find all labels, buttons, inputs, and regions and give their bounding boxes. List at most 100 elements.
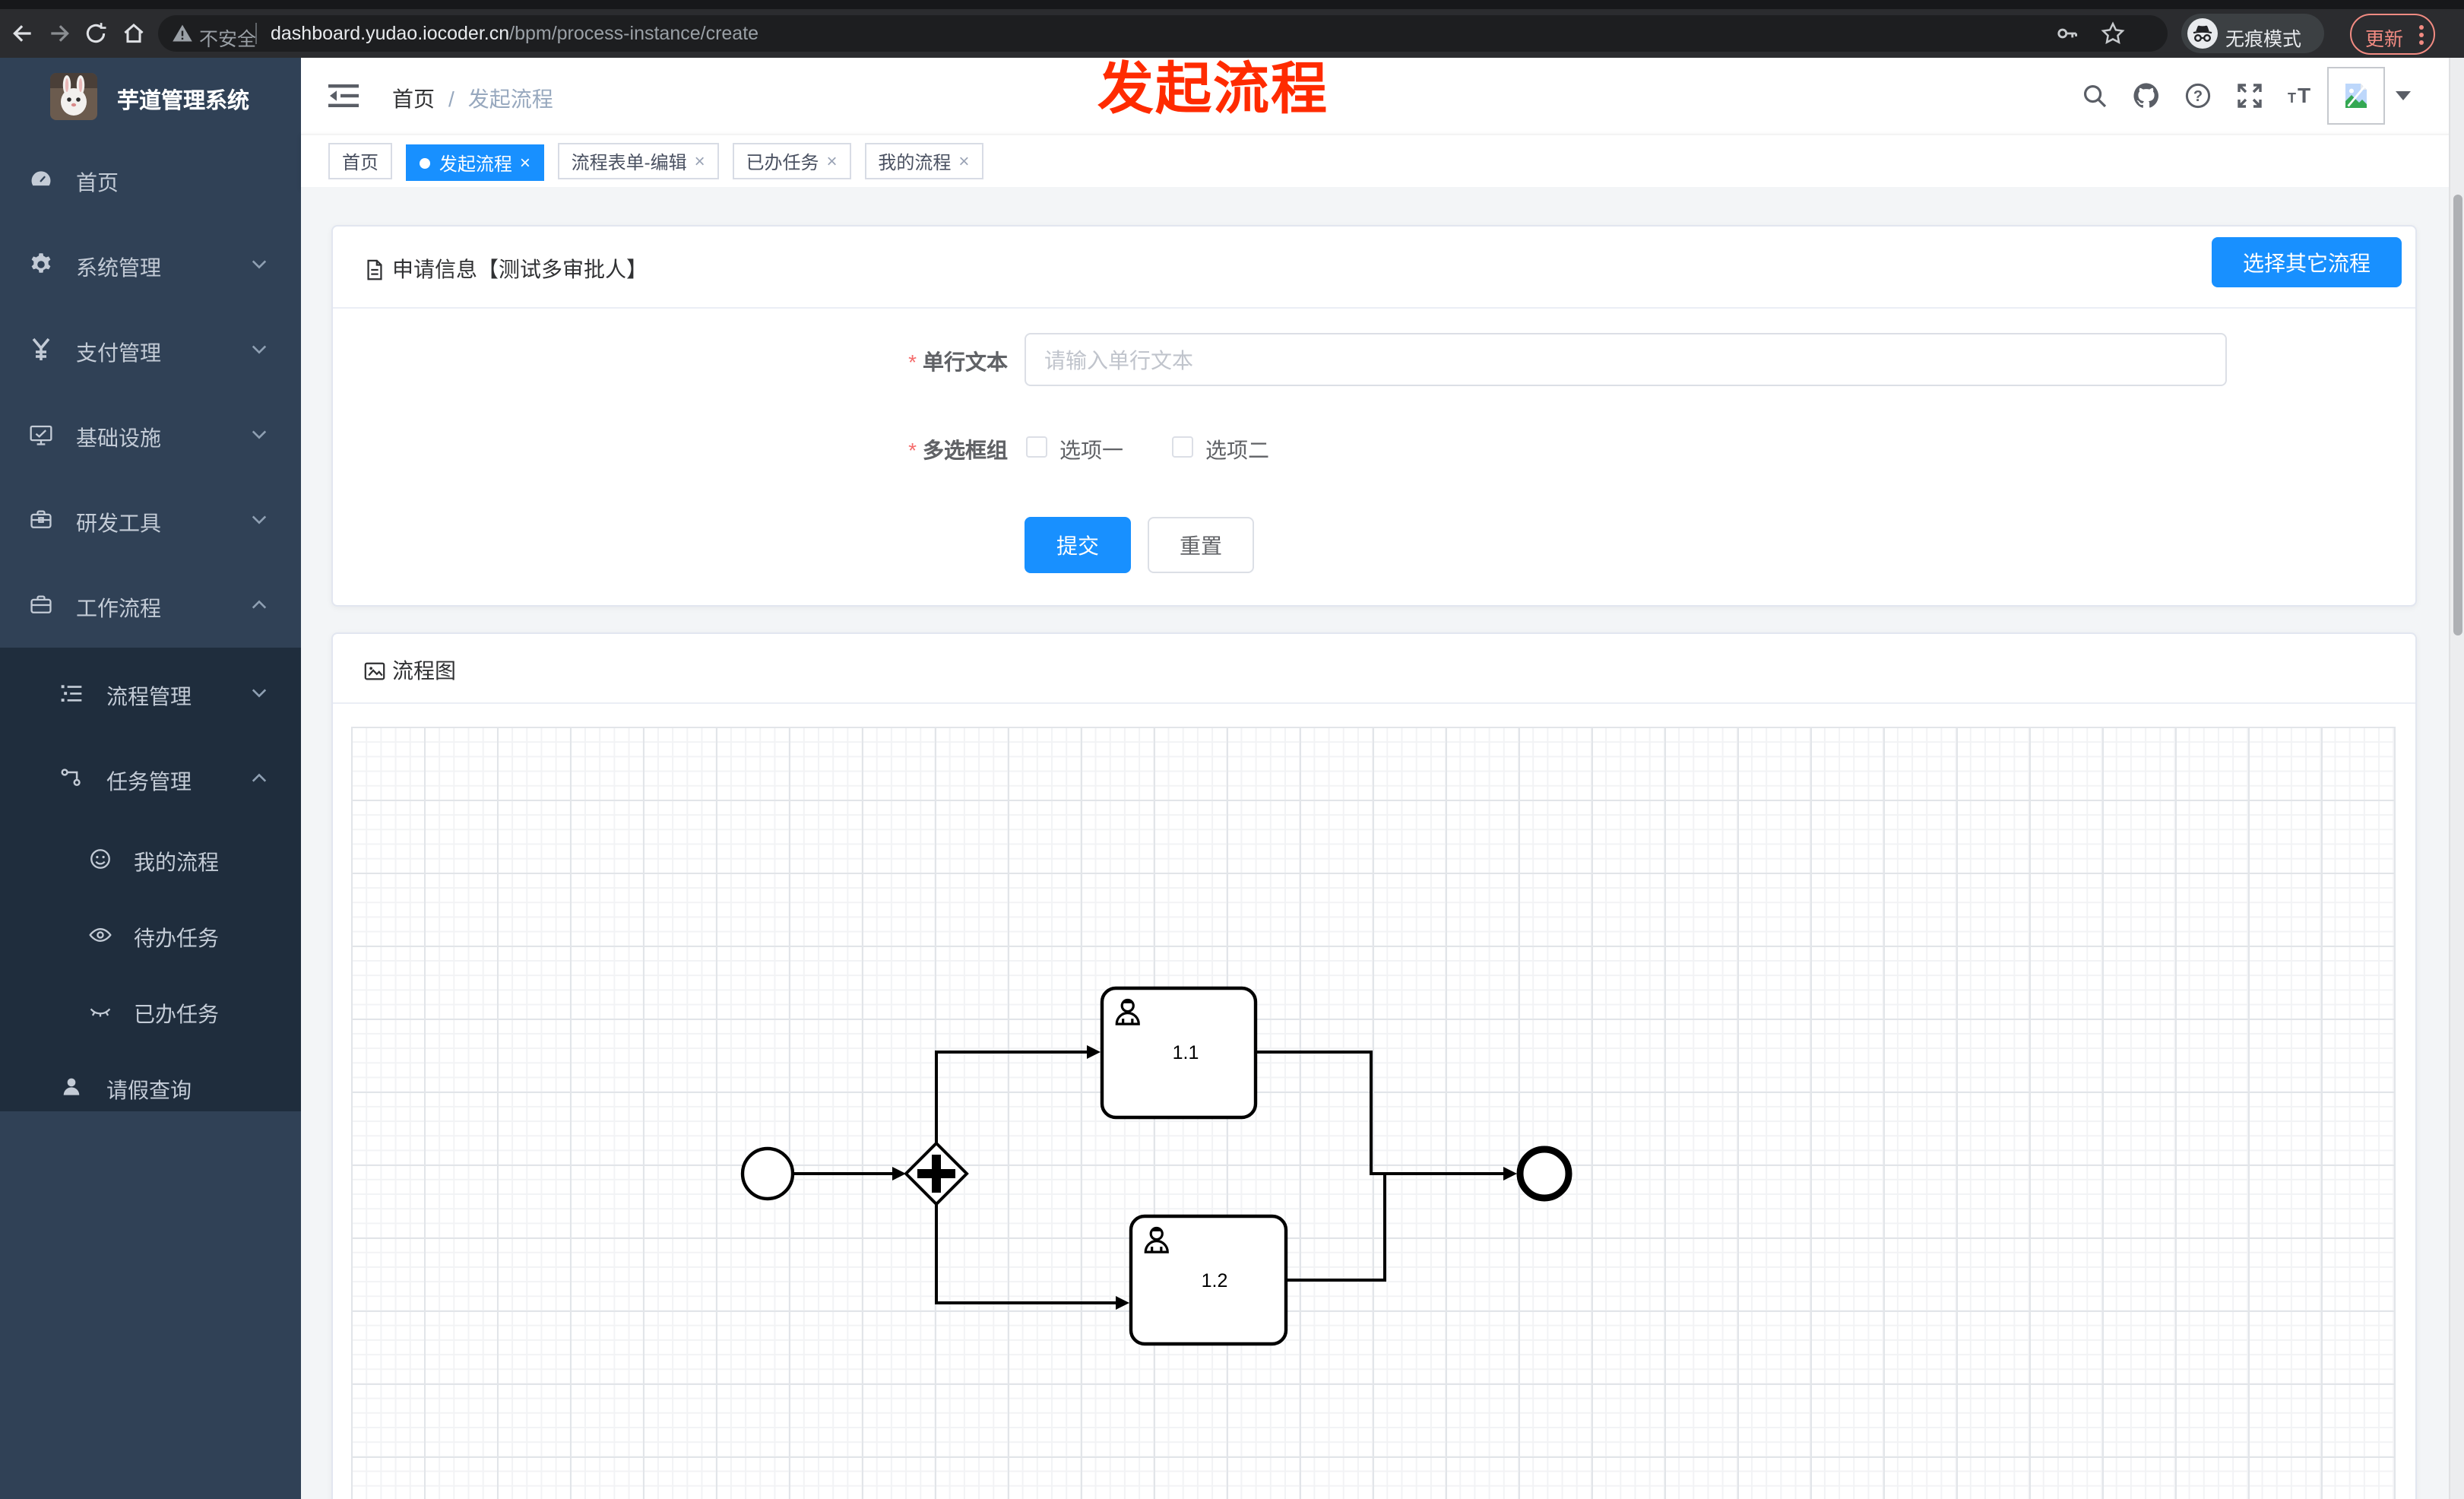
update-label[interactable]: 更新 [2365, 23, 2403, 52]
tag-tab-form-edit[interactable]: 流程表单-编辑 × [557, 143, 719, 179]
user-icon [63, 1078, 80, 1095]
sidebar-item-label: 任务管理 [106, 769, 192, 794]
breadcrumb-home[interactable]: 首页 [392, 87, 435, 111]
security-label[interactable]: 不安全 [199, 23, 256, 52]
flow-gateway-to-task2 [935, 1203, 1116, 1304]
browser-update-button[interactable]: 更新 [2350, 14, 2435, 55]
sidebar-item-process-mgmt[interactable]: 流程管理 [0, 651, 301, 736]
bpmn-canvas[interactable]: 1.1 1.2 [351, 727, 2396, 1499]
bookmark-star-icon[interactable] [2101, 21, 2125, 46]
tree-list-icon [61, 685, 82, 702]
toolbox-icon [30, 510, 52, 528]
reset-button[interactable]: 重置 [1148, 517, 1254, 573]
apply-card-title-row: 申请信息【测试多审批人】 [363, 254, 648, 284]
url-text[interactable]: dashboard.yudao.iocoder.cn/bpm/process-i… [271, 23, 759, 44]
chevron-down-icon [252, 260, 267, 269]
sidebar-item-label: 流程管理 [106, 684, 192, 708]
help-icon[interactable]: ? [2184, 82, 2212, 109]
sidebar-item-workflow[interactable]: 工作流程 [0, 563, 301, 648]
chevron-down-icon [252, 430, 267, 439]
close-icon[interactable]: × [958, 151, 969, 172]
page-scrollbar[interactable] [2449, 58, 2464, 1499]
sidebar-item-label: 工作流程 [76, 596, 161, 620]
logo-avatar [50, 73, 97, 120]
choose-other-process-button[interactable]: 选择其它流程 [2212, 237, 2402, 287]
sidebar-item-infrastructure[interactable]: 基础设施 [0, 392, 301, 477]
sidebar: 芋道管理系统 首页 系统管理 支付管理 基础设施 研发工具 工作流程 流程管理 … [0, 58, 301, 1499]
checkbox-option-1[interactable] [1026, 436, 1047, 458]
search-icon[interactable] [2081, 82, 2108, 109]
sidebar-item-label: 支付管理 [76, 341, 161, 365]
sidebar-item-payment[interactable]: 支付管理 [0, 307, 301, 392]
sidebar-item-label: 基础设施 [76, 426, 161, 450]
bpmn-diagram: 1.1 1.2 [740, 986, 1572, 1346]
back-icon[interactable] [11, 21, 35, 46]
sidebar-item-label: 请假查询 [106, 1078, 192, 1102]
breadcrumb-separator: / [448, 87, 454, 111]
sidebar-item-my-process[interactable]: 我的流程 [0, 821, 301, 897]
screenshot-stage: 不安全 dashboard.yudao.iocoder.cn/bpm/proce… [0, 0, 2464, 1499]
eye-closed-icon [90, 1008, 111, 1017]
header-bar: 首页 / 发起流程 ? TT [301, 58, 2464, 134]
tag-tab-create-process[interactable]: 发起流程 × [405, 144, 544, 181]
sidebar-item-done-tasks[interactable]: 已办任务 [0, 973, 301, 1049]
flow-task2-to-end [1286, 1172, 1386, 1282]
rabbit-logo-icon [50, 73, 97, 120]
svg-text:?: ? [2193, 88, 2203, 105]
tag-tab-home[interactable]: 首页 [328, 143, 393, 179]
checkbox-option-2[interactable] [1172, 436, 1193, 458]
apply-card-title: 申请信息【测试多审批人】 [392, 257, 648, 281]
diagram-card-title: 流程图 [392, 658, 456, 683]
flow-gateway-to-task1 [935, 1051, 1087, 1145]
tag-tab-done-tasks[interactable]: 已办任务 × [732, 143, 851, 179]
close-icon[interactable]: × [520, 152, 530, 173]
fullscreen-icon[interactable] [2236, 82, 2263, 109]
font-size-icon[interactable]: TT [2288, 82, 2315, 109]
not-secure-warning-icon [173, 24, 192, 42]
gear-icon [31, 253, 51, 273]
sidebar-item-label: 待办任务 [134, 926, 219, 950]
sidebar-logo: 芋道管理系统 [0, 58, 301, 137]
submit-button[interactable]: 提交 [1025, 517, 1131, 573]
flow-task1-to-end [1256, 1051, 1503, 1175]
checkbox-option-1-label[interactable]: 选项一 [1059, 435, 1123, 465]
chevron-up-icon [252, 773, 267, 782]
single-line-text-input[interactable] [1025, 333, 2227, 386]
chevron-down-icon [252, 345, 267, 354]
gateway-plus-icon [932, 1155, 941, 1193]
password-key-icon[interactable] [2055, 21, 2079, 46]
checkbox-option-2-label[interactable]: 选项二 [1205, 435, 1269, 465]
sidebar-item-leave-query[interactable]: 请假查询 [0, 1049, 301, 1125]
reload-icon[interactable] [84, 21, 108, 46]
app-title: 芋道管理系统 [117, 90, 249, 114]
briefcase-icon [30, 595, 52, 613]
flow-node-icon [61, 769, 81, 786]
user-avatar[interactable] [2327, 67, 2385, 125]
sidebar-item-home[interactable]: 首页 [0, 137, 301, 222]
sidebar-item-label: 我的流程 [134, 850, 219, 874]
browser-menu-icon[interactable] [2418, 24, 2424, 46]
close-icon[interactable]: × [827, 151, 838, 172]
sidebar-item-todo-tasks[interactable]: 待办任务 [0, 897, 301, 973]
app-root: 芋道管理系统 首页 系统管理 支付管理 基础设施 研发工具 工作流程 流程管理 … [0, 58, 2464, 1499]
sidebar-item-task-mgmt[interactable]: 任务管理 [0, 736, 301, 821]
chevron-up-icon [252, 600, 267, 609]
document-icon [367, 258, 382, 280]
diagram-card-title-row: 流程图 [363, 655, 456, 686]
url-divider [255, 23, 257, 44]
diagram-card-header: 流程图 [333, 634, 2415, 704]
tag-tab-my-process[interactable]: 我的流程 × [864, 143, 983, 179]
home-icon[interactable] [122, 21, 146, 46]
sidebar-item-system[interactable]: 系统管理 [0, 222, 301, 307]
forward-icon[interactable] [47, 21, 71, 46]
scrollbar-thumb[interactable] [2453, 195, 2462, 635]
apply-info-card: 申请信息【测试多审批人】 选择其它流程 *单行文本 *多选框组 选项一 选项二 … [331, 225, 2417, 607]
yen-icon [32, 338, 50, 360]
url-host: dashboard.yudao.iocoder.cn [271, 23, 510, 44]
sidebar-fold-icon[interactable] [328, 82, 359, 109]
arrowhead [1116, 1296, 1129, 1310]
sidebar-item-devtools[interactable]: 研发工具 [0, 477, 301, 563]
github-icon[interactable] [2133, 82, 2160, 109]
avatar-caret-down-icon[interactable] [2396, 91, 2411, 100]
close-icon[interactable]: × [695, 151, 705, 172]
